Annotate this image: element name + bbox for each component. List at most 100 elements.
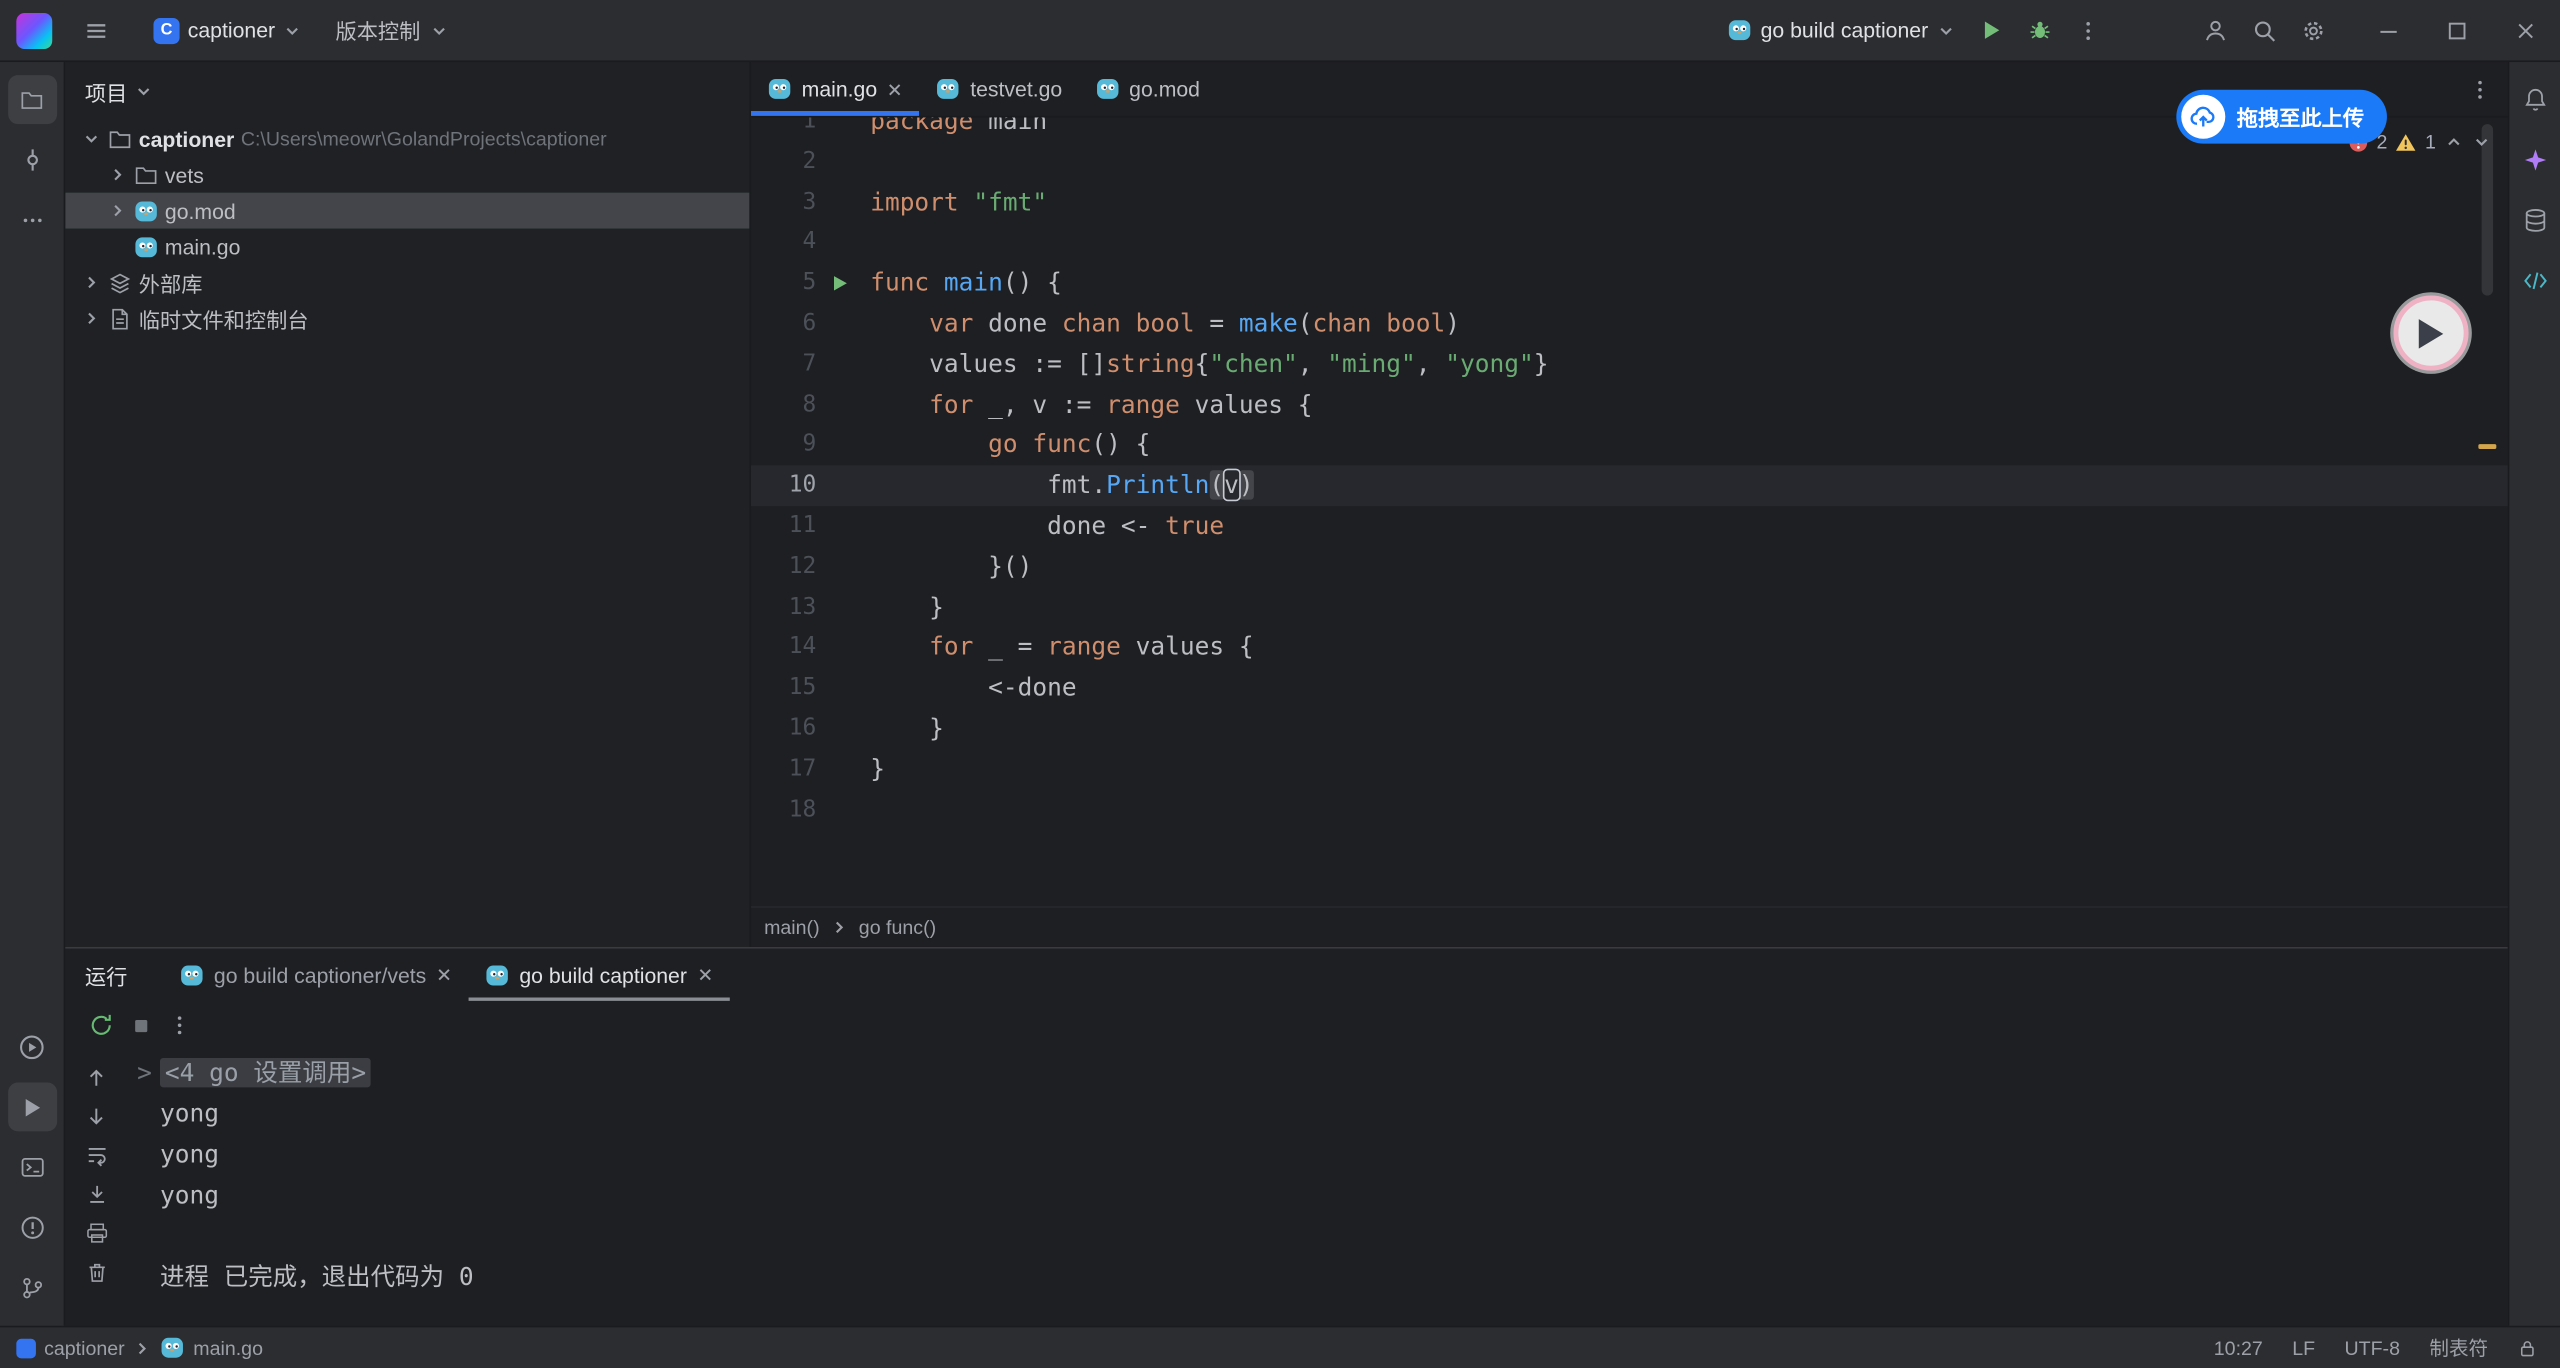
line-number[interactable]: 4 <box>751 223 816 263</box>
line-number[interactable]: 6 <box>751 304 816 344</box>
tab-options-button[interactable] <box>2452 62 2508 116</box>
code-line-5[interactable]: 5 func main() { <box>751 263 2508 303</box>
tab-testvet-go[interactable]: testvet.go <box>920 62 1079 116</box>
code-line-13[interactable]: 13 } <box>751 587 2508 627</box>
tool-stripe-problems-button[interactable] <box>7 1203 56 1252</box>
tool-stripe-commit-button[interactable] <box>7 136 56 185</box>
tree-row-external-libraries[interactable]: 外部库 <box>65 264 749 300</box>
database-button[interactable] <box>2510 196 2559 245</box>
line-number[interactable]: 3 <box>751 182 816 222</box>
tool-stripe-run-button[interactable] <box>7 1082 56 1131</box>
endpoints-button[interactable] <box>2510 256 2559 305</box>
code-text[interactable] <box>870 223 2508 263</box>
goland-logo[interactable] <box>16 12 52 48</box>
code-text[interactable]: } <box>870 749 2508 789</box>
line-number[interactable]: 12 <box>751 547 816 587</box>
tab-main-go[interactable]: main.go <box>751 62 920 116</box>
code-line-16[interactable]: 16 } <box>751 708 2508 748</box>
chevron-right-icon[interactable] <box>82 309 102 329</box>
chevron-down-icon[interactable] <box>2472 132 2492 152</box>
code-text[interactable]: func main() { <box>870 263 2508 303</box>
clear-console-icon[interactable] <box>84 1256 108 1290</box>
code-line-2[interactable]: 2 <box>751 142 2508 182</box>
code-line-6[interactable]: 6 var done chan bool = make(chan bool) <box>751 304 2508 344</box>
arrow-up-icon[interactable] <box>85 1060 108 1094</box>
scrollbar-warning-mark[interactable] <box>2478 444 2496 449</box>
tool-stripe-project-button[interactable] <box>7 75 56 124</box>
file-encoding[interactable]: UTF-8 <box>2344 1336 2400 1359</box>
tab-go-mod[interactable]: go.mod <box>1079 62 1217 116</box>
indent-style[interactable]: 制表符 <box>2429 1334 2488 1362</box>
printer-icon[interactable] <box>84 1216 108 1250</box>
code-line-9[interactable]: 9 go func() { <box>751 425 2508 465</box>
stop-icon[interactable] <box>131 1015 152 1036</box>
warning-count[interactable]: 1 <box>2425 131 2436 154</box>
tree-row-main-go[interactable]: main.go <box>65 229 749 265</box>
tool-stripe-more-button[interactable] <box>7 196 56 245</box>
editor-body[interactable]: 1package main23import "fmt"45func main()… <box>751 118 2508 907</box>
line-number[interactable]: 13 <box>751 587 816 627</box>
code-text[interactable]: for _ = range values { <box>870 628 2508 668</box>
code-line-10[interactable]: 10 fmt.Println(v) <box>751 466 2508 506</box>
code-text[interactable]: done <- true <box>870 506 2508 546</box>
project-panel-header[interactable]: 项目 <box>65 62 749 121</box>
chevron-up-icon[interactable] <box>2444 132 2464 152</box>
code-line-3[interactable]: 3 import "fmt" <box>751 182 2508 222</box>
tree-row-captioner[interactable]: captioner C:\Users\meowr\GolandProjects\… <box>65 121 749 157</box>
line-number[interactable]: 14 <box>751 628 816 668</box>
code-text[interactable]: }() <box>870 547 2508 587</box>
notifications-button[interactable] <box>2510 75 2559 124</box>
code-line-4[interactable]: 4 <box>751 223 2508 263</box>
settings-button[interactable] <box>2289 6 2338 55</box>
code-text[interactable]: <-done <box>870 668 2508 708</box>
tree-row-go-mod[interactable]: go.mod <box>65 193 749 229</box>
code-line-8[interactable]: 8 for _, v := range values { <box>751 385 2508 425</box>
fold-chevron-icon[interactable]: > <box>137 1053 152 1094</box>
code-text[interactable]: import "fmt" <box>870 182 2508 222</box>
warning-badge-icon[interactable] <box>2396 131 2417 152</box>
chevron-right-icon[interactable] <box>108 165 128 185</box>
code-line-12[interactable]: 12 }() <box>751 547 2508 587</box>
main-menu-button[interactable] <box>72 6 121 55</box>
tool-stripe-terminal-button[interactable] <box>7 1143 56 1192</box>
lock-icon[interactable] <box>2518 1338 2538 1358</box>
more-vertical-icon[interactable] <box>168 1014 191 1037</box>
line-number[interactable]: 17 <box>751 749 816 789</box>
code-line-15[interactable]: 15 <-done <box>751 668 2508 708</box>
line-number[interactable]: 11 <box>751 506 816 546</box>
drag-upload-overlay[interactable]: 拖拽至此上传 <box>2176 90 2387 144</box>
code-with-me-button[interactable] <box>2191 6 2240 55</box>
search-everywhere-button[interactable] <box>2240 6 2289 55</box>
vcs-widget[interactable]: 版本控制 <box>326 6 458 55</box>
code-line-7[interactable]: 7 values := []string{"chen", "ming", "yo… <box>751 344 2508 384</box>
code-line-18[interactable]: 18 <box>751 789 2508 829</box>
more-run-options-button[interactable] <box>2064 6 2113 55</box>
tool-stripe-services-button[interactable] <box>7 1022 56 1071</box>
soft-wrap-icon[interactable] <box>84 1138 108 1172</box>
run-tab-captioner-vets[interactable]: go build captioner/vets <box>163 949 468 1001</box>
line-number[interactable]: 2 <box>751 142 816 182</box>
chevron-down-icon[interactable] <box>82 129 102 149</box>
scroll-to-end-icon[interactable] <box>84 1177 108 1211</box>
run-button[interactable] <box>1966 6 2015 55</box>
line-number[interactable]: 18 <box>751 789 816 829</box>
line-number[interactable]: 5 <box>751 263 816 303</box>
code-line-14[interactable]: 14 for _ = range values { <box>751 628 2508 668</box>
run-configuration-widget[interactable]: go build captioner <box>1718 6 1966 55</box>
run-line-gutter-icon[interactable] <box>816 263 870 303</box>
close-tab-icon[interactable] <box>887 81 903 97</box>
rerun-icon[interactable] <box>88 1012 114 1038</box>
statusbar-file[interactable]: main.go <box>193 1336 263 1359</box>
minimize-window-button[interactable] <box>2354 0 2423 61</box>
line-number[interactable]: 8 <box>751 385 816 425</box>
code-text[interactable] <box>870 789 2508 829</box>
caret-position[interactable]: 10:27 <box>2214 1336 2263 1359</box>
line-number[interactable]: 1 <box>751 118 816 142</box>
project-widget[interactable]: C captioner <box>144 6 313 55</box>
code-text[interactable]: } <box>870 587 2508 627</box>
line-number[interactable]: 10 <box>751 466 816 506</box>
ai-assistant-button[interactable] <box>2510 136 2559 185</box>
statusbar-project[interactable]: captioner <box>44 1336 125 1359</box>
breadcrumb-item[interactable]: go func() <box>859 916 936 939</box>
run-tab-captioner[interactable]: go build captioner <box>469 949 730 1001</box>
